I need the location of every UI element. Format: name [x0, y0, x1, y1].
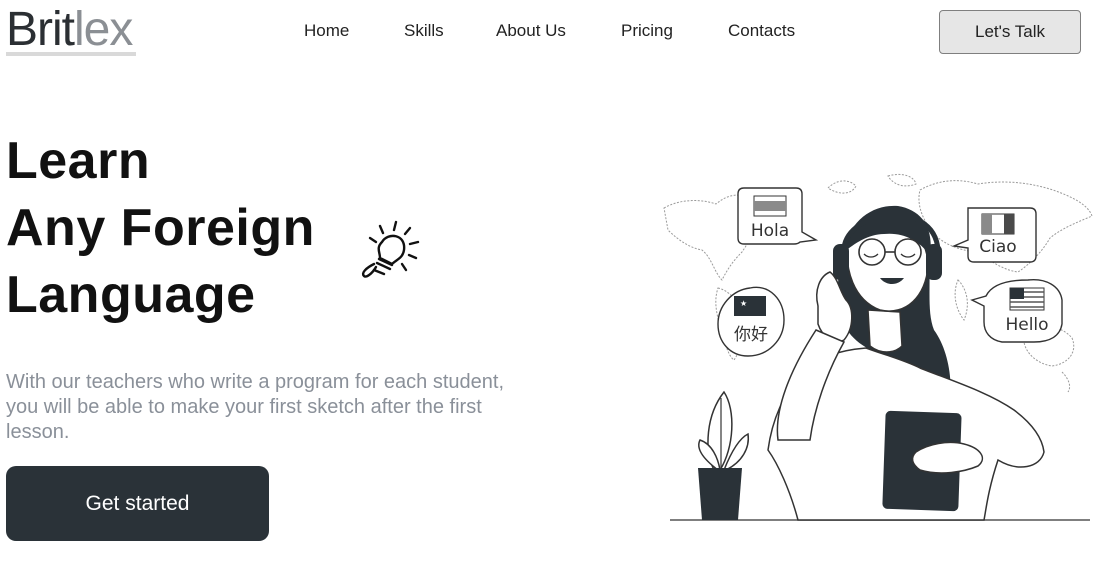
bubble-hello-text: Hello — [1005, 315, 1048, 335]
nav-link-contacts[interactable]: Contacts — [728, 20, 795, 42]
nav-link-home[interactable]: Home — [304, 20, 349, 42]
get-started-button[interactable]: Get started — [6, 466, 269, 541]
headline-line-2: Any Foreign — [6, 199, 315, 257]
svg-text:★: ★ — [740, 299, 747, 308]
bubble-hola: Hola — [737, 187, 819, 245]
us-flag-icon — [1009, 287, 1045, 311]
nav-link-pricing[interactable]: Pricing — [621, 20, 673, 42]
bubble-nihao-text: 你好 — [734, 325, 768, 345]
hero-illustration: Hola Ciao ★ 你好 Hello — [663, 173, 1093, 521]
hero-subtext: With our teachers who write a program fo… — [6, 371, 505, 443]
bubble-ciao-text: Ciao — [979, 237, 1016, 257]
plant-icon — [698, 390, 750, 520]
lightbulb-icon — [361, 220, 420, 278]
bubble-hola-text: Hola — [751, 221, 789, 241]
headline-line-3: Language — [6, 266, 256, 324]
nav-link-skills[interactable]: Skills — [404, 20, 444, 42]
bubble-nihao: ★ 你好 — [717, 286, 785, 357]
nav-link-about-us[interactable]: About Us — [496, 20, 566, 42]
lets-talk-button[interactable]: Let's Talk — [939, 10, 1081, 54]
logo-underline — [6, 52, 136, 56]
bubble-hello: Hello — [970, 279, 1063, 343]
headline-line-1: Learn — [6, 132, 151, 190]
bubble-ciao: Ciao — [951, 207, 1037, 263]
hero-headline: Learn Any Foreign Language — [6, 128, 315, 329]
